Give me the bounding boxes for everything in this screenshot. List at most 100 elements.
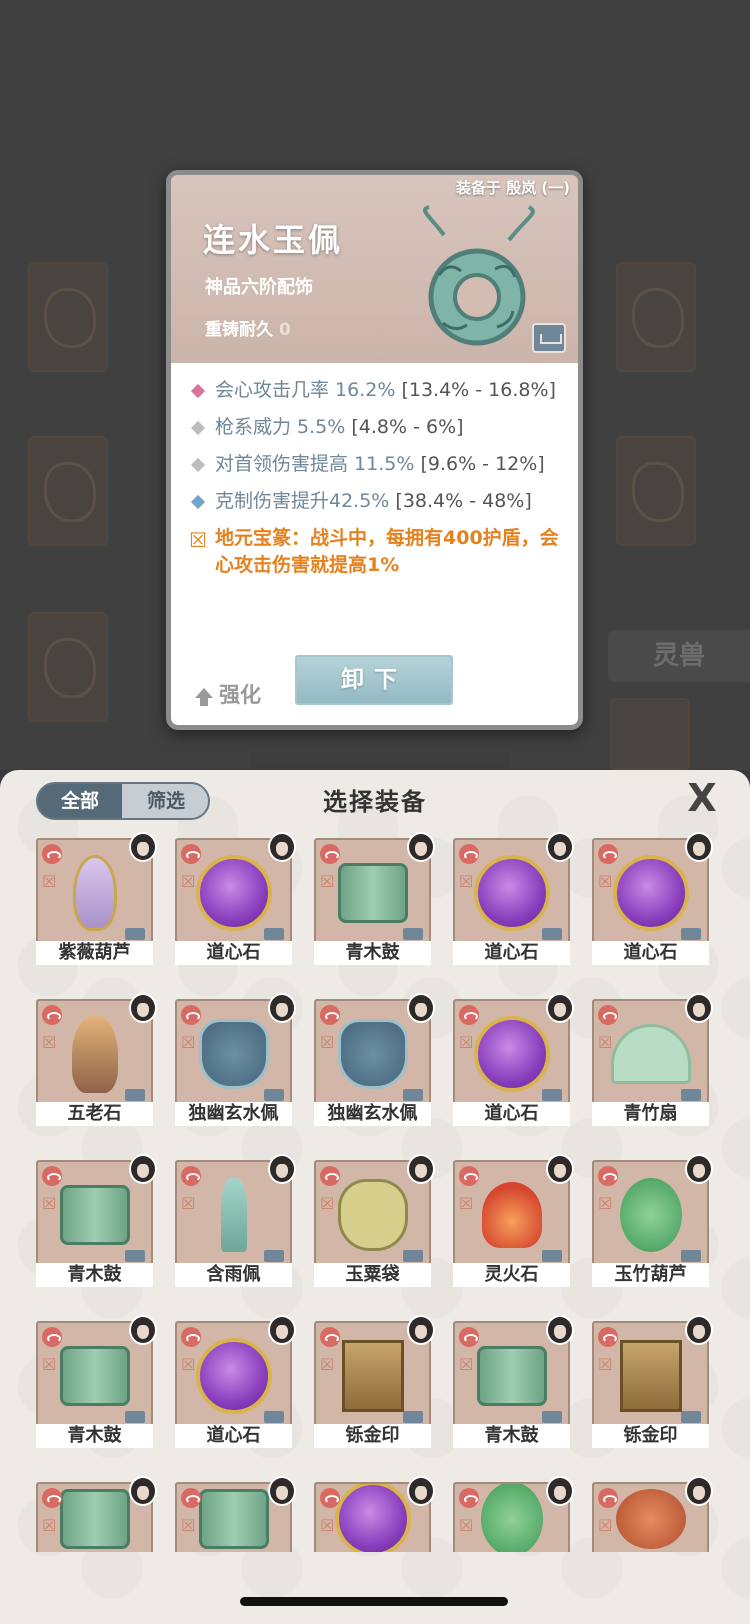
owner-avatar	[129, 1315, 157, 1345]
equipment-tile[interactable]: ☒ 道心石	[175, 1315, 296, 1448]
owner-avatar	[268, 832, 296, 862]
reforge-label: 重铸耐久	[205, 320, 273, 340]
equipment-tile[interactable]: ☒ 玉粟袋	[314, 1154, 435, 1287]
pendant-icon	[337, 1018, 408, 1089]
set-icon: ☒	[459, 1355, 474, 1374]
set-icon: ☒	[181, 1355, 196, 1374]
set-icon: ☒	[320, 1194, 335, 1213]
set-icon: ☒	[320, 1033, 335, 1052]
equipment-tile[interactable]: ☒	[592, 1476, 713, 1552]
lock-icon	[264, 1411, 284, 1423]
item-label: 青木鼓	[314, 941, 431, 965]
gourd-icon	[72, 854, 117, 931]
lock-icon	[403, 1250, 423, 1262]
equipment-tile[interactable]: ☒ 道心石	[592, 832, 713, 965]
rarity-icon	[598, 1005, 618, 1025]
lock-icon[interactable]	[532, 323, 566, 353]
equipment-tile[interactable]: ☒	[175, 1476, 296, 1552]
equipment-detail-card: 装备于 殷岚 (一) 连水玉佩 神品六阶配饰 重铸耐久 0 会心攻击几率 16.2…	[166, 170, 583, 730]
set-icon: ☒	[181, 1516, 196, 1535]
stat-range: [4.8% - 6%]	[351, 416, 464, 438]
rarity-icon	[320, 1005, 340, 1025]
lock-icon	[125, 1250, 145, 1262]
item-label: 铄金印	[314, 1424, 431, 1448]
set-icon: ☒	[42, 1033, 57, 1052]
stat-diamond-icon	[190, 494, 206, 510]
home-indicator[interactable]	[240, 1597, 508, 1606]
owner-avatar	[129, 1154, 157, 1184]
stat-list: 会心攻击几率 16.2% [13.4% - 16.8%] 枪系威力 5.5% […	[171, 363, 578, 579]
lock-icon	[681, 1250, 701, 1262]
owner-avatar	[407, 1476, 435, 1506]
stat-diamond-icon	[190, 383, 206, 399]
lock-icon	[403, 1089, 423, 1101]
item-label: 玉粟袋	[314, 1263, 431, 1287]
background-equip-slot	[28, 262, 108, 372]
select-equipment-panel: 全部 筛选 选择装备 X ☒ 紫薇葫芦 ☒ 道心石 ☒ 青木鼓 ☒ 道心石 ☒ 道心石 ☒ 五老石 ☒ 独…	[0, 770, 750, 1624]
bag-icon	[337, 1178, 408, 1251]
set-icon: ☒	[598, 1194, 613, 1213]
equipment-tile[interactable]: ☒ 紫薇葫芦	[36, 832, 157, 965]
rarity-icon	[598, 1488, 618, 1508]
lock-icon	[681, 928, 701, 940]
set-icon: ☒	[42, 872, 57, 891]
lock-icon	[403, 1411, 423, 1423]
equipment-tile[interactable]: ☒ 独幽玄水佩	[175, 993, 296, 1126]
equipment-tile[interactable]: ☒ 青竹扇	[592, 993, 713, 1126]
equipment-tile[interactable]: ☒ 玉竹葫芦	[592, 1154, 713, 1287]
equipment-tile[interactable]: ☒ 道心石	[453, 832, 574, 965]
item-grade: 神品六阶配饰	[205, 277, 313, 298]
item-label: 灵火石	[453, 1263, 570, 1287]
stat-value: 对首领伤害提高 11.5%	[215, 453, 421, 475]
owner-avatar	[546, 1315, 574, 1345]
equipment-tile[interactable]: ☒ 五老石	[36, 993, 157, 1126]
equipment-tile[interactable]: ☒	[314, 1476, 435, 1552]
rarity-icon	[181, 1327, 201, 1347]
stat-diamond-icon	[190, 420, 206, 436]
enhance-button[interactable]: 强化	[195, 679, 261, 709]
background-equip-slot	[616, 436, 696, 546]
equipment-tile[interactable]: ☒	[453, 1476, 574, 1552]
owner-avatar	[685, 1476, 713, 1506]
equipment-tile[interactable]: ☒ 含雨佩	[175, 1154, 296, 1287]
rarity-icon	[42, 1488, 62, 1508]
item-label: 道心石	[175, 941, 292, 965]
equipment-tile[interactable]: ☒ 青木鼓	[314, 832, 435, 965]
equipment-tile[interactable]: ☒	[36, 1476, 157, 1552]
owner-avatar	[268, 1154, 296, 1184]
stat-value: 会心攻击几率 16.2%	[215, 379, 402, 401]
equipment-tile[interactable]: ☒ 铄金印	[314, 1315, 435, 1448]
stat-range: [9.6% - 12%]	[420, 453, 545, 475]
rarity-icon	[459, 1005, 479, 1025]
owner-avatar	[407, 1315, 435, 1345]
equipment-tile[interactable]: ☒ 道心石	[453, 993, 574, 1126]
tassel-icon	[220, 1177, 247, 1252]
lock-icon	[264, 1250, 284, 1262]
unequip-button[interactable]: 卸下	[295, 655, 453, 705]
special-effect: ☒ 地元宝篆：战斗中，每拥有400护盾，会心攻击伤害就提高1%	[189, 525, 568, 579]
item-label: 道心石	[453, 1102, 570, 1126]
equipment-tile[interactable]: ☒ 灵火石	[453, 1154, 574, 1287]
equipment-tile[interactable]: ☒ 道心石	[175, 832, 296, 965]
lock-icon	[264, 1089, 284, 1101]
item-label: 青竹扇	[592, 1102, 709, 1126]
rarity-icon	[42, 844, 62, 864]
rarity-icon	[459, 1488, 479, 1508]
close-button[interactable]: X	[682, 776, 722, 820]
equipment-tile[interactable]: ☒ 青木鼓	[453, 1315, 574, 1448]
lock-icon	[681, 1089, 701, 1101]
equipment-tile[interactable]: ☒ 青木鼓	[36, 1315, 157, 1448]
equipment-tile[interactable]: ☒ 独幽玄水佩	[314, 993, 435, 1126]
equipment-tile[interactable]: ☒ 青木鼓	[36, 1154, 157, 1287]
lock-icon	[542, 1089, 562, 1101]
rarity-icon	[459, 1327, 479, 1347]
equipment-tile[interactable]: ☒ 铄金印	[592, 1315, 713, 1448]
seal-icon	[341, 1339, 404, 1412]
background-equip-slot	[610, 698, 690, 770]
stat-line: 克制伤害提升42.5% [38.4% - 48%]	[189, 488, 568, 515]
set-icon: ☒	[181, 1194, 196, 1213]
item-label: 青木鼓	[36, 1424, 153, 1448]
set-icon: ☒	[320, 1355, 335, 1374]
stat-range: [38.4% - 48%]	[395, 490, 532, 512]
orb-icon	[334, 1484, 411, 1552]
